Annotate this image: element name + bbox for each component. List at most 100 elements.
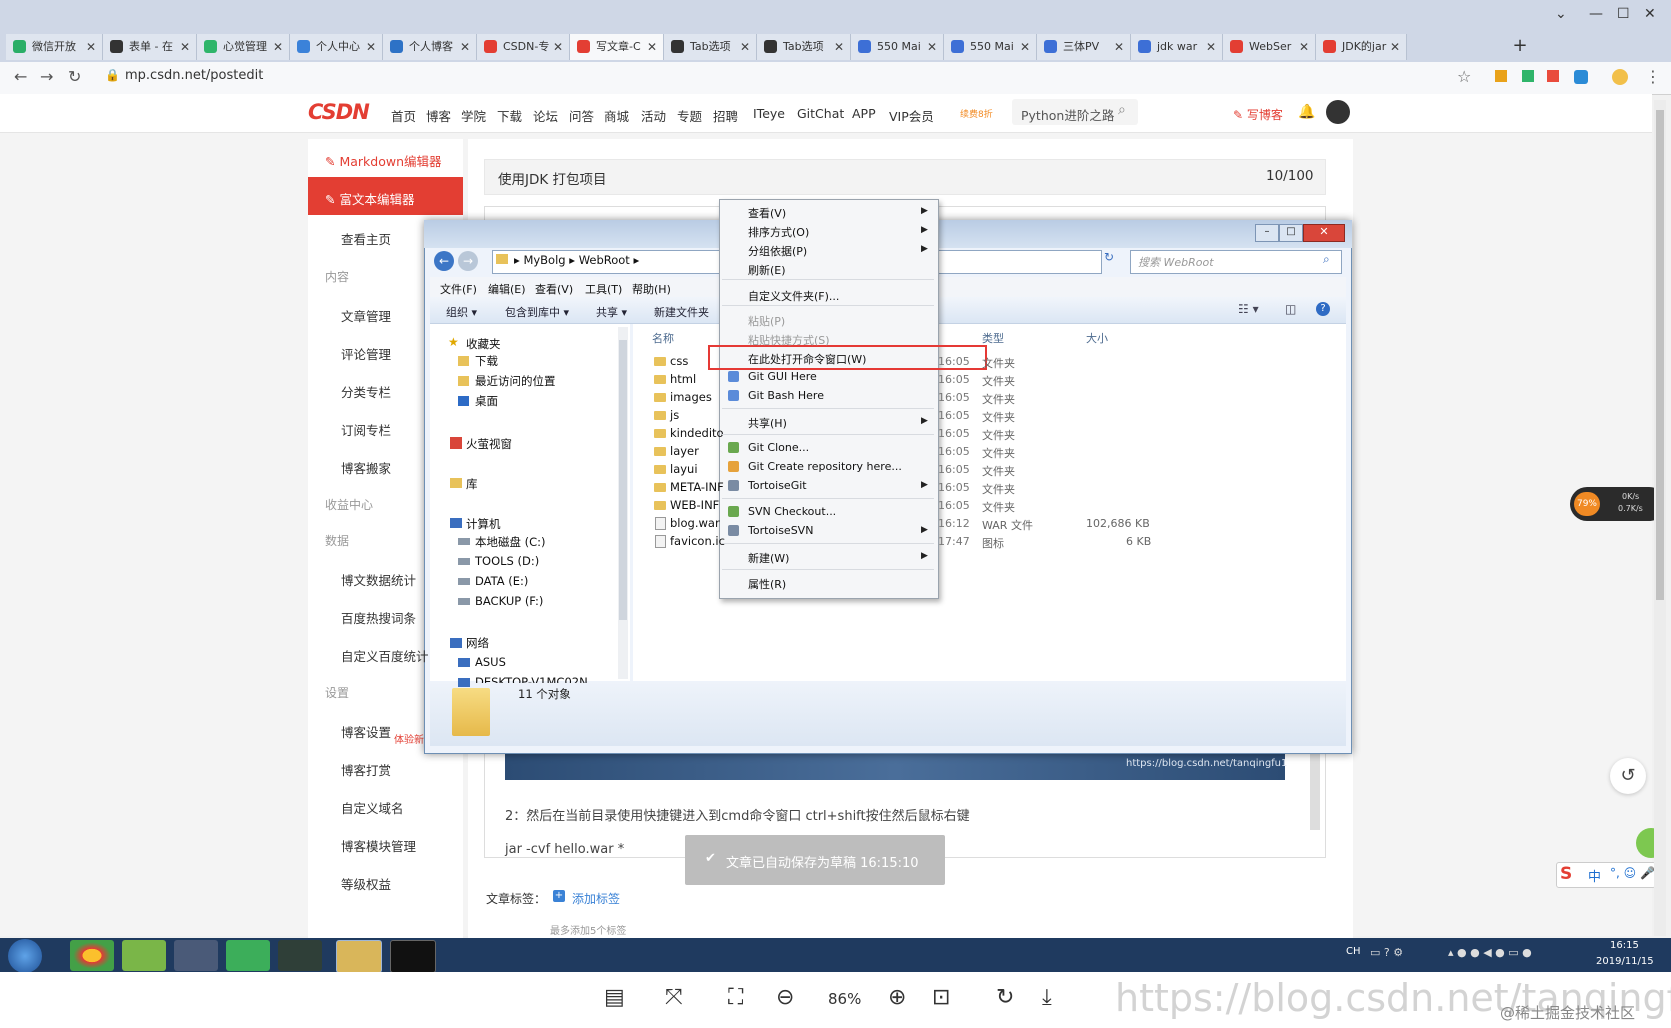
tab-close-icon[interactable]: ✕: [460, 34, 470, 60]
tab[interactable]: 550 Mai ✕: [851, 34, 944, 60]
file-name[interactable]: blog.war: [670, 516, 720, 530]
nav-item[interactable]: GitChat: [797, 106, 844, 121]
context-menu-item[interactable]: 分组依据(P): [748, 243, 807, 259]
explorer-toolbar-button[interactable]: 新建文件夹: [654, 304, 709, 320]
tab-close-icon[interactable]: ✕: [927, 34, 937, 60]
tab-close-icon[interactable]: ✕: [1020, 34, 1030, 60]
tab[interactable]: CSDN-专 ✕: [477, 34, 570, 60]
view-options-icon[interactable]: ☷ ▾: [1238, 302, 1259, 316]
bell-icon[interactable]: 🔔: [1298, 104, 1315, 120]
explorer-taskbar-icon[interactable]: [336, 940, 382, 973]
context-menu-item[interactable]: 新建(W): [748, 550, 789, 566]
tab[interactable]: 550 Mai ✕: [944, 34, 1037, 60]
tab-close-icon[interactable]: ✕: [834, 34, 844, 60]
explorer-menu-item[interactable]: 文件(F): [440, 281, 477, 297]
title-input[interactable]: 使用JDK 打包项目: [498, 168, 607, 188]
nav-item[interactable]: 博客: [426, 106, 451, 125]
sidebar-item[interactable]: 自定义百度统计: [341, 646, 429, 665]
crop-icon[interactable]: ⛶: [728, 985, 743, 1010]
rotate-icon[interactable]: ↻: [996, 985, 1014, 1010]
tab-close-icon[interactable]: ✕: [647, 34, 657, 60]
context-menu-item[interactable]: 自定义文件夹(F)...: [748, 288, 839, 304]
explorer-menu-item[interactable]: 帮助(H): [632, 281, 671, 297]
preview-pane-icon[interactable]: ◫: [1285, 302, 1296, 316]
tree-item[interactable]: 最近访问的位置: [475, 373, 556, 389]
zoom-out-icon[interactable]: ⊖: [776, 985, 794, 1010]
tab[interactable]: 微信开放 ✕: [6, 34, 103, 60]
tab-close-icon[interactable]: ✕: [273, 34, 283, 60]
nav-scrollbar-thumb[interactable]: [619, 340, 627, 620]
breadcrumb[interactable]: ▸ MyBolg ▸ WebRoot ▸: [514, 253, 639, 267]
file-name[interactable]: META-INF: [670, 480, 724, 494]
tab[interactable]: 表单 - 在 ✕: [103, 34, 197, 60]
tree-item[interactable]: 桌面: [475, 393, 498, 409]
actual-size-icon[interactable]: ⊡: [932, 985, 950, 1010]
tree-item[interactable]: 本地磁盘 (C:): [475, 534, 546, 550]
chrome-taskbar-icon[interactable]: [70, 940, 114, 971]
context-menu-item[interactable]: TortoiseGit: [748, 479, 807, 492]
sidebar-item[interactable]: 自定义域名: [341, 798, 404, 817]
tab-close-icon[interactable]: ✕: [1390, 34, 1400, 60]
tab[interactable]: 三体PV ✕: [1037, 34, 1131, 60]
app-taskbar-icon[interactable]: [226, 940, 270, 971]
fit-screen-icon[interactable]: ⤧: [665, 985, 683, 1010]
help-icon[interactable]: ?: [1316, 302, 1330, 316]
file-name[interactable]: favicon.ic: [670, 534, 725, 548]
sidebar-item[interactable]: 博客模块管理: [341, 836, 416, 855]
search-input[interactable]: Python进阶之路: [1021, 105, 1114, 124]
forward-arrow-icon[interactable]: →: [458, 251, 478, 271]
file-name[interactable]: js: [670, 408, 679, 422]
customer-service-icon[interactable]: ↺: [1610, 758, 1646, 794]
context-menu-item[interactable]: Git Create repository here...: [748, 460, 902, 473]
tray-lang[interactable]: CH: [1346, 946, 1361, 957]
clock-time[interactable]: 16:15: [1610, 940, 1639, 951]
tree-item[interactable]: DESKTOP-V1MC02N: [475, 675, 588, 683]
new-tab-button[interactable]: +: [1508, 36, 1532, 58]
tab[interactable]: 心觉管理 ✕: [197, 34, 290, 60]
sidebar-item[interactable]: 博客搬家: [341, 458, 391, 477]
app-taskbar-icon[interactable]: [174, 940, 218, 971]
file-name[interactable]: images: [670, 390, 712, 404]
explorer-close-button[interactable]: ✕: [1303, 224, 1345, 242]
context-menu-item[interactable]: 在此处打开命令窗口(W): [748, 351, 866, 367]
tree-item[interactable]: 库: [466, 476, 478, 492]
explorer-menu-item[interactable]: 编辑(E): [488, 281, 526, 297]
column-name[interactable]: 名称: [652, 330, 674, 346]
extension-icon[interactable]: [1495, 70, 1507, 82]
tree-item[interactable]: 下载: [475, 353, 498, 369]
extension-icon[interactable]: [1547, 70, 1559, 82]
explorer-menu-item[interactable]: 工具(T): [585, 281, 622, 297]
context-menu-item[interactable]: Git GUI Here: [748, 370, 817, 383]
tab[interactable]: WebSer ✕: [1223, 34, 1316, 60]
column-type[interactable]: 类型: [982, 330, 1004, 346]
tab[interactable]: 个人中心 ✕: [290, 34, 383, 60]
add-tag-link[interactable]: 添加标签: [572, 890, 620, 907]
context-menu-item[interactable]: 属性(R): [748, 576, 786, 592]
file-name[interactable]: kindedito: [670, 426, 724, 440]
url-input[interactable]: mp.csdn.net/postedit: [125, 68, 263, 83]
nav-item[interactable]: 商城: [604, 106, 629, 125]
tree-item[interactable]: TOOLS (D:): [475, 554, 539, 568]
tab[interactable]: Tab选项 ✕: [664, 34, 757, 60]
tab-close-icon[interactable]: ✕: [1206, 34, 1216, 60]
tree-item[interactable]: 火萤视窗: [466, 436, 512, 452]
cmd-taskbar-icon[interactable]: [390, 940, 436, 973]
file-name[interactable]: layer: [670, 444, 699, 458]
app-taskbar-icon[interactable]: [278, 940, 322, 971]
sidebar-item[interactable]: 博客设置: [341, 722, 391, 741]
tray-icons[interactable]: ▭ ? ⚙: [1370, 946, 1403, 959]
breadcrumb-mybolg[interactable]: MyBolg: [523, 253, 565, 267]
explorer-toolbar-button[interactable]: 共享 ▾: [596, 304, 627, 320]
back-icon[interactable]: ←: [14, 67, 27, 86]
chevron-down-icon[interactable]: ⌄: [1555, 6, 1567, 22]
sidebar-item[interactable]: 百度热搜词条: [341, 608, 416, 627]
tree-item[interactable]: 计算机: [466, 516, 501, 532]
tab-close-icon[interactable]: ✕: [1114, 34, 1124, 60]
extension-icon[interactable]: [1522, 70, 1534, 82]
column-size[interactable]: 大小: [1086, 330, 1108, 346]
menu-icon[interactable]: ⋮: [1645, 67, 1661, 86]
refresh-icon[interactable]: ↻: [1104, 250, 1124, 272]
nav-item[interactable]: VIP会员: [889, 106, 934, 125]
sidebar-item[interactable]: 评论管理: [341, 344, 391, 363]
context-menu-item[interactable]: SVN Checkout...: [748, 505, 836, 518]
